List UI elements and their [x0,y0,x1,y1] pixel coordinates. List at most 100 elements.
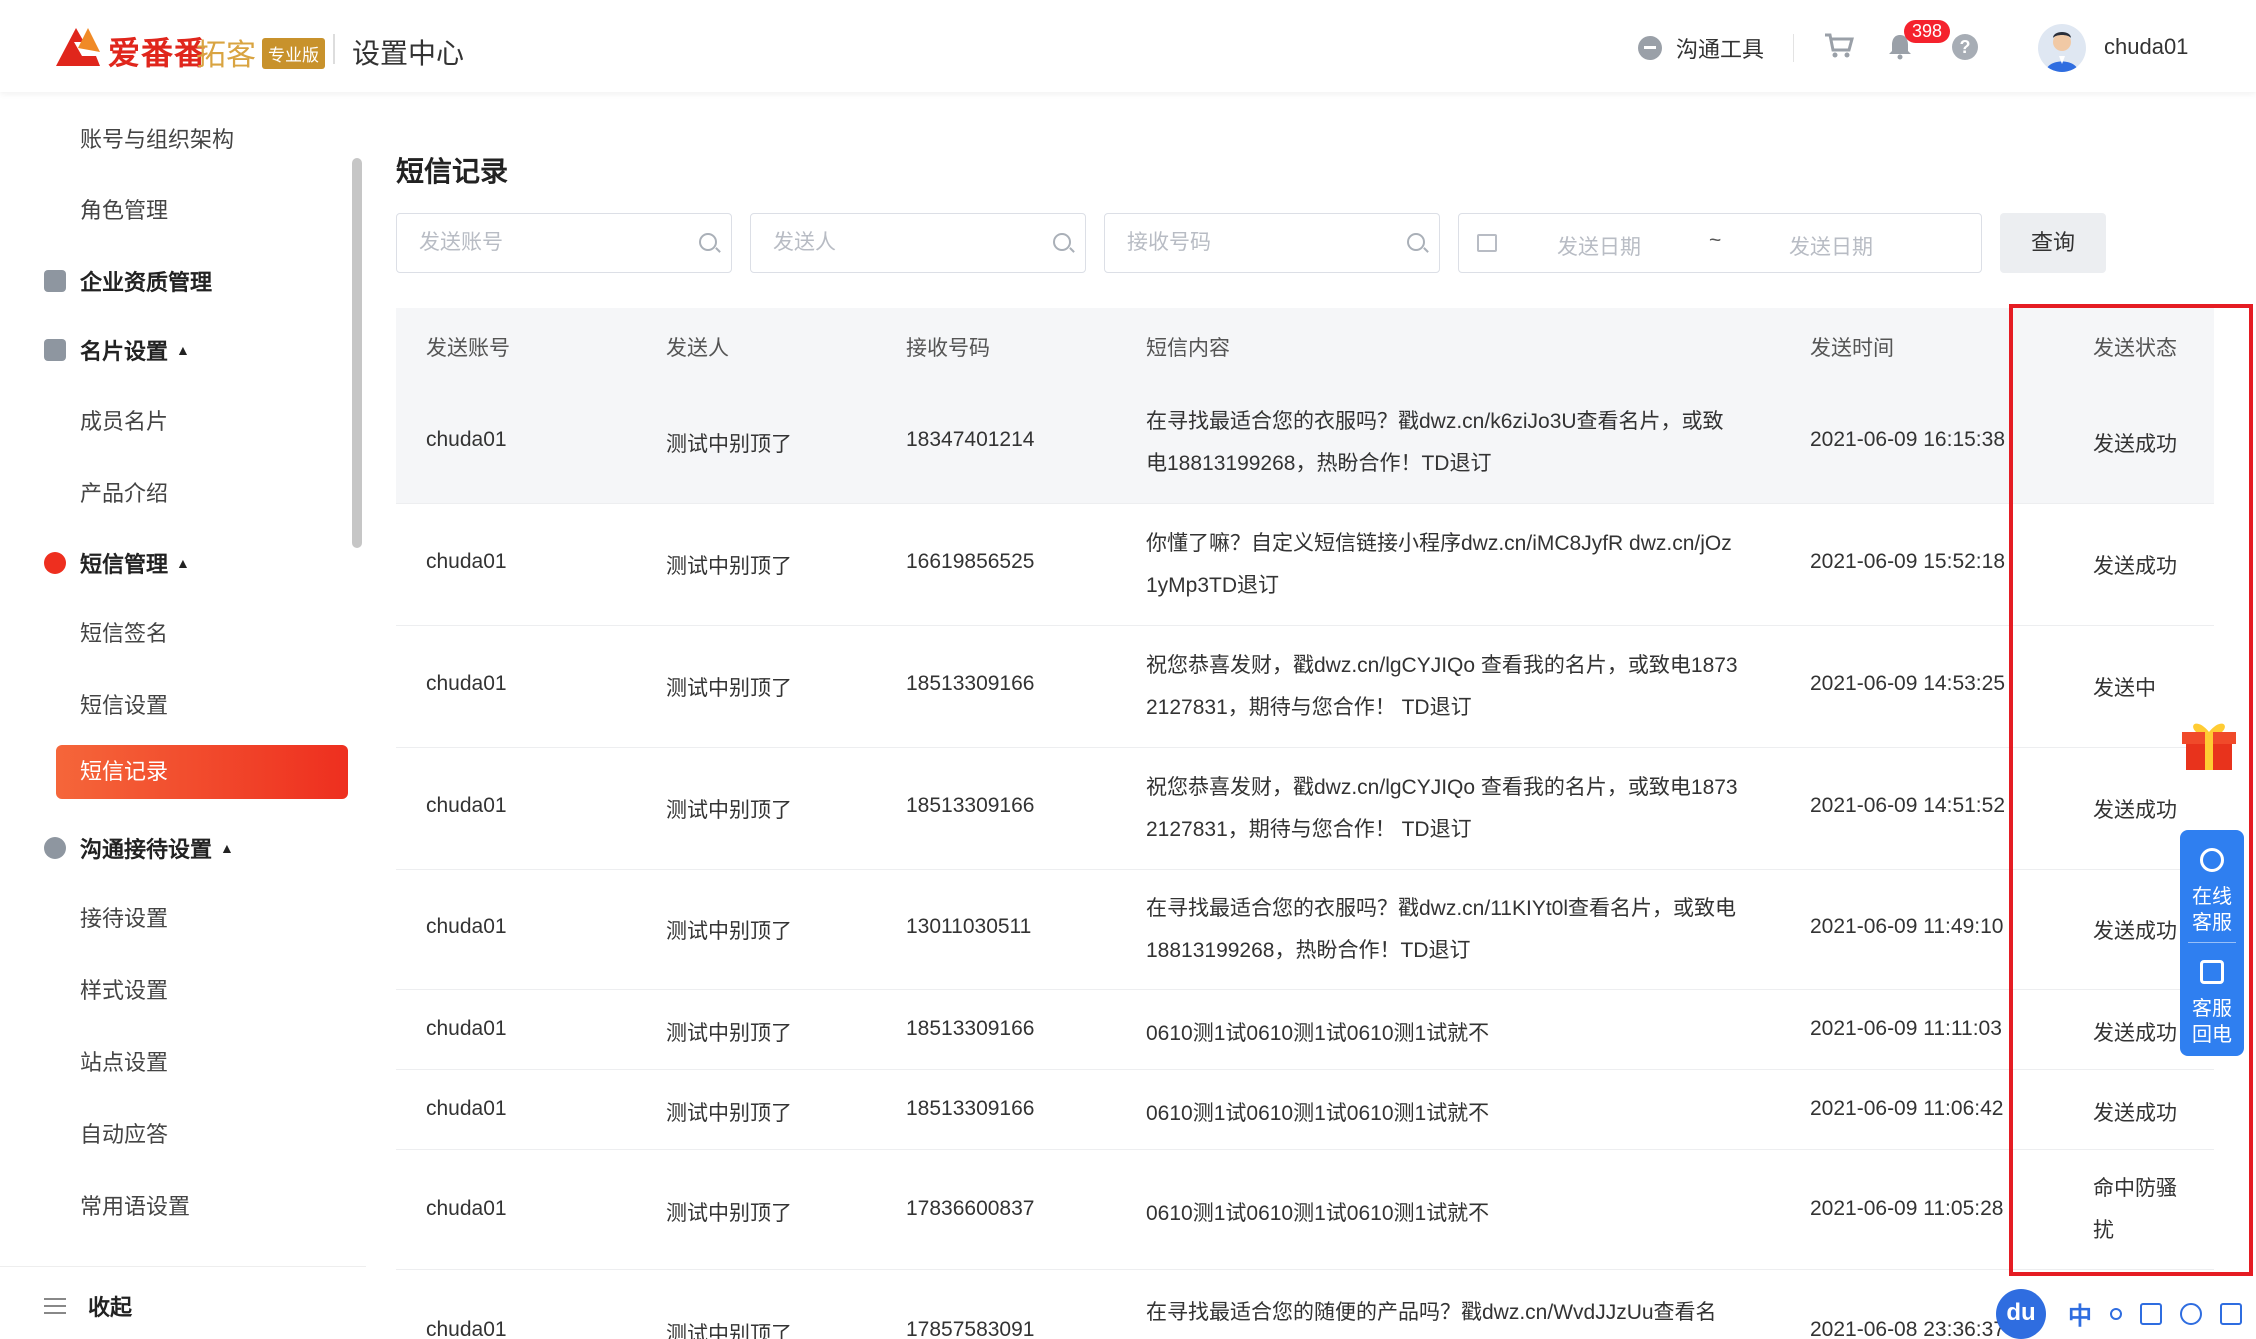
cell-sender: 测试中别顶了 [666,1102,792,1125]
content-line: 祝您恭喜发财，戳dwz.cn/lgCYJIQo 查看我的名片，或致电1873 [1146,776,1738,799]
cell-time: 2021-06-09 11:05:28 [1810,1197,2004,1220]
cell-time: 2021-06-08 23:36:37 [1810,1318,2005,1339]
grid-icon[interactable] [2220,1302,2242,1325]
online-service-button[interactable]: 在线 客服 [2180,884,2244,936]
sidebar-item-product-intro[interactable]: 产品介绍 [80,476,168,508]
date-start[interactable]: 发送日期 [1557,231,1641,261]
query-button[interactable]: 查询 [2000,213,2106,273]
caret-up-icon: ▲ [176,555,190,571]
table-row[interactable]: chuda01 测试中别顶了 18513309166 祝您恭喜发财，戳dwz.c… [396,748,2214,870]
du-ime-logo[interactable]: du [1996,1288,2046,1339]
online-service-line: 客服 [2192,912,2232,934]
top-header: 爱番番 拓客 专业版 设置中心 沟通工具 398 ? chuda01 [0,0,2256,92]
comm-tool-button[interactable]: 沟通工具 [1638,32,1764,64]
punctuation-icon[interactable] [2110,1307,2122,1320]
sidebar-group-card[interactable]: 名片设置 ▲ [44,334,190,366]
sidebar-group-reception[interactable]: 沟通接待设置 ▲ [44,832,234,864]
logo-sub: 拓客 [196,39,256,72]
cell-sender: 测试中别顶了 [666,555,792,578]
avatar-icon [2046,32,2078,72]
cell-sender: 测试中别顶了 [666,799,792,822]
table-row[interactable]: chuda01 测试中别顶了 13011030511 在寻找最适合您的衣服吗？戳… [396,870,2214,990]
table-row[interactable]: chuda01 测试中别顶了 18513309166 0610测1试0610测1… [396,1070,2214,1150]
table-row[interactable]: chuda01 测试中别顶了 18347401214 在寻找最适合您的衣服吗？戳… [396,382,2214,504]
content-line: 电18813199268，热盼合作！TD退订 [1146,452,1492,475]
cell-content: 你懂了嘛？自定义短信链接小程序dwz.cn/iMC8JyfR dwz.cn/jO… [1146,523,1756,607]
cell-content: 0610测1试0610测1试0610测1试就不 [1146,1022,1490,1045]
ime-language-toggle[interactable]: 中 [2068,1296,2092,1331]
cell-content: 在寻找最适合您的随便的产品吗？戳dwz.cn/WvdJJzUu查看名 [1146,1301,1717,1324]
cell-sender: 测试中别顶了 [666,1022,792,1045]
calendar-icon [1477,234,1497,252]
content-line: 2127831，期待与您合作！ TD退订 [1146,818,1472,841]
callback-button[interactable]: 客服 回电 [2180,996,2244,1048]
sidebar-group-label: 沟通接待设置 [80,837,213,862]
page-section-title: 设置中心 [352,38,465,69]
cell-account: chuda01 [426,794,507,817]
table-row[interactable]: chuda01 测试中别顶了 18513309166 0610测1试0610测1… [396,990,2214,1070]
sidebar-group-sms[interactable]: 短信管理 ▲ [44,547,190,579]
sidebar-scrollbar[interactable] [352,158,362,548]
cell-phone: 17836600837 [906,1197,1035,1220]
service-float-panel: 在线 客服 客服 回电 [2180,830,2244,1056]
column-header: 接收号码 [906,337,990,360]
table-header: 发送账号 发送人 接收号码 短信内容 发送时间 发送状态 [396,308,2214,382]
comm-tool-label: 沟通工具 [1676,37,1765,62]
cell-account: chuda01 [426,1097,507,1120]
cell-account: chuda01 [426,1197,507,1220]
sidebar-item-style[interactable]: 样式设置 [80,973,168,1005]
user-icon[interactable] [2180,1302,2202,1325]
sidebar-item-account-org[interactable]: 账号与组织架构 [80,122,234,154]
date-range-picker[interactable]: 发送日期 ~ 发送日期 [1458,213,1982,273]
content-line: 在寻找最适合您的衣服吗？戳dwz.cn/k6ziJo3U查看名片，或致 [1146,410,1724,433]
sidebar-item-site[interactable]: 站点设置 [80,1045,168,1077]
sidebar-item-sms-settings[interactable]: 短信设置 [80,688,168,720]
cell-account: chuda01 [426,428,507,451]
table-row[interactable]: chuda01 测试中别顶了 17857583091 在寻找最适合您的随便的产品… [396,1270,2214,1339]
sidebar-item-sms-records[interactable]: 短信记录 [56,745,348,799]
keyboard-icon[interactable] [2140,1302,2162,1325]
avatar[interactable] [2038,24,2086,72]
cell-sender: 测试中别顶了 [666,433,792,456]
caret-up-icon: ▲ [220,840,234,856]
sidebar-group-label: 名片设置 [80,339,169,364]
collapse-sidebar-button[interactable]: 收起 [44,1290,132,1322]
cell-account: chuda01 [426,915,507,938]
date-end[interactable]: 发送日期 [1789,231,1873,261]
id-card-icon [44,339,66,361]
sidebar-group-qualification[interactable]: 企业资质管理 [44,265,212,297]
header-separator [1793,34,1794,62]
online-service-line: 在线 [2192,886,2232,908]
chat-icon [1638,36,1662,60]
cell-phone: 18513309166 [906,672,1035,695]
cell-time: 2021-06-09 14:51:52 [1810,794,2005,817]
sidebar-item-member-card[interactable]: 成员名片 [80,404,168,436]
cell-content: 0610测1试0610测1试0610测1试就不 [1146,1202,1490,1225]
sidebar-item-sms-signature[interactable]: 短信签名 [80,616,168,648]
cell-sender: 测试中别顶了 [666,1323,792,1339]
table-row[interactable]: chuda01 测试中别顶了 17836600837 0610测1试0610测1… [396,1150,2214,1270]
sender-search-input[interactable]: 发送人 [750,213,1086,273]
username[interactable]: chuda01 [2104,34,2188,60]
content-line: 1yMp3TD退订 [1146,574,1280,597]
table-row[interactable]: chuda01 测试中别顶了 18513309166 祝您恭喜发财，戳dwz.c… [396,626,2214,748]
callback-line: 回电 [2192,1024,2232,1046]
sidebar-item-roles[interactable]: 角色管理 [80,193,168,225]
notification-badge: 398 [1904,20,1951,43]
cell-time: 2021-06-09 15:52:18 [1810,550,2005,573]
cell-content: 0610测1试0610测1试0610测1试就不 [1146,1102,1490,1125]
cell-time: 2021-06-09 14:53:25 [1810,672,2005,695]
gift-icon[interactable] [2178,714,2240,772]
service-divider [2188,942,2236,943]
cell-phone: 13011030511 [906,915,1032,938]
cart-icon[interactable] [1824,33,1854,59]
help-icon[interactable]: ? [1952,34,1978,60]
phone-search-input[interactable]: 接收号码 [1104,213,1440,273]
sidebar-item-reception[interactable]: 接待设置 [80,901,168,933]
cell-time: 2021-06-09 11:11:03 [1810,1017,2002,1040]
sidebar-item-auto-reply[interactable]: 自动应答 [80,1117,168,1149]
caret-up-icon: ▲ [176,342,190,358]
sidebar-item-common-phrases[interactable]: 常用语设置 [80,1189,190,1221]
table-row[interactable]: chuda01 测试中别顶了 16619856525 你懂了嘛？自定义短信链接小… [396,504,2214,626]
account-search-input[interactable]: 发送账号 [396,213,732,273]
